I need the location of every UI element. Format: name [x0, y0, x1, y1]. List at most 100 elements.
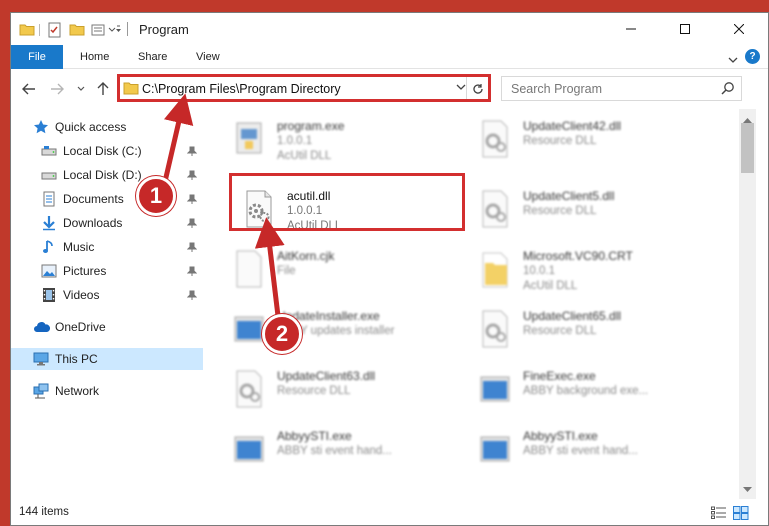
sidebar-item-label: Network [55, 384, 100, 398]
file-item[interactable]: FineExec.exe ABBY background exe... [457, 363, 697, 415]
sidebar-item-label: Music [63, 240, 95, 254]
file-item[interactable]: AbbyySTI.exe ABBY sti event hand... [211, 423, 451, 475]
file-item[interactable]: AbbyySTI.exe ABBY sti event hand... [457, 423, 697, 475]
file-item[interactable]: AitKorn.cjk File [211, 243, 451, 295]
pin-icon[interactable] [186, 265, 198, 279]
properties-icon[interactable] [47, 22, 63, 38]
network-icon [33, 383, 49, 399]
tab-view[interactable]: View [196, 45, 220, 69]
title-bar: Program [11, 13, 768, 45]
generic-file-icon [231, 249, 267, 289]
close-icon [734, 24, 744, 34]
sidebar-item-this-pc[interactable]: This PC [11, 348, 203, 370]
file-item[interactable]: UpdateClient63.dll Resource DLL [211, 363, 451, 415]
tab-home[interactable]: Home [80, 45, 109, 69]
file-name: FineExec.exe [523, 369, 596, 383]
scrollbar-thumb[interactable] [741, 123, 754, 173]
computer-icon [33, 351, 49, 367]
file-name: UpdateClient42.dll [523, 119, 622, 133]
pin-icon[interactable] [186, 169, 198, 183]
sidebar-item-label: Videos [63, 288, 100, 302]
help-icon[interactable]: ? [745, 49, 760, 64]
dll-file-icon [477, 119, 513, 159]
chevron-down-icon [77, 86, 85, 91]
sidebar-item-downloads[interactable]: Downloads [11, 212, 203, 234]
tab-share[interactable]: Share [138, 45, 167, 69]
vertical-scrollbar[interactable] [739, 109, 756, 499]
search-icon[interactable] [721, 81, 735, 98]
sidebar-item-label: Documents [63, 192, 124, 206]
forward-button[interactable] [47, 79, 67, 99]
file-description: Resource DLL [523, 135, 597, 147]
file-highlight [229, 173, 465, 231]
dll-file-icon [477, 309, 513, 349]
search-box[interactable]: Search Program [501, 76, 742, 101]
sidebar-item-pictures[interactable]: Pictures [11, 260, 203, 282]
quick-access-divider [39, 24, 40, 36]
file-description: ABBY sti event hand... [277, 445, 392, 457]
details-view-icon[interactable] [711, 506, 727, 520]
download-icon [41, 215, 57, 231]
up-arrow-icon [97, 82, 109, 95]
minimize-button[interactable] [608, 13, 654, 45]
documents-icon [41, 191, 57, 207]
sidebar-item-network[interactable]: Network [11, 380, 203, 402]
customize-icon[interactable] [91, 22, 121, 38]
file-item[interactable]: Microsoft.VC90.CRT 10.0.1 AcUtil DLL [457, 243, 697, 295]
close-button[interactable] [716, 13, 762, 45]
sidebar-item-local-disk-d[interactable]: Local Disk (D:) [11, 164, 203, 186]
dll-file-icon [477, 189, 513, 229]
large-icons-view-icon[interactable] [733, 506, 749, 520]
sidebar-item-label: This PC [55, 352, 98, 366]
file-name: UpdateClient63.dll [277, 369, 376, 383]
music-note-icon [41, 239, 57, 255]
sidebar-item-label: Local Disk (C:) [63, 144, 142, 158]
exe-file-icon [477, 429, 513, 469]
file-item[interactable]: UpdateClient5.dll Resource DLL [457, 183, 697, 235]
exe-file-icon [477, 369, 513, 409]
callout-badge-1: 1 [136, 176, 176, 216]
expand-ribbon-icon[interactable] [728, 53, 738, 67]
exe-file-icon [231, 429, 267, 469]
back-arrow-icon [22, 83, 35, 95]
maximize-button[interactable] [662, 13, 708, 45]
sidebar-item-quick-access[interactable]: Quick access [11, 116, 203, 138]
tab-file[interactable]: File [11, 45, 63, 69]
file-item[interactable]: UpdateClient65.dll Resource DLL [457, 303, 697, 355]
file-description: ABBY sti event hand... [523, 445, 638, 457]
file-name: UpdateClient5.dll [523, 189, 615, 203]
file-name: program.exe [277, 119, 345, 133]
status-bar: 144 items [11, 501, 768, 525]
pin-icon[interactable] [186, 241, 198, 255]
back-button[interactable] [19, 79, 39, 99]
file-item[interactable]: UpdateClient42.dll Resource DLL [457, 113, 697, 165]
minimize-icon [626, 28, 636, 30]
scroll-down-icon[interactable] [743, 482, 752, 496]
maximize-icon [680, 24, 690, 34]
drive-icon [41, 167, 57, 183]
search-input[interactable]: Search Program [511, 82, 602, 96]
forward-arrow-icon [51, 83, 64, 95]
file-item[interactable]: UpdateInstaller.exe ABBY updates install… [211, 303, 451, 355]
sidebar-item-videos[interactable]: Videos [11, 284, 203, 306]
title-separator [127, 22, 128, 36]
drive-icon [41, 143, 57, 159]
pin-icon[interactable] [186, 217, 198, 231]
pin-icon[interactable] [186, 145, 198, 159]
sidebar-item-music[interactable]: Music [11, 236, 203, 258]
up-button[interactable] [93, 79, 113, 99]
file-description: Resource DLL [523, 205, 597, 217]
file-type: File [277, 265, 296, 277]
recent-locations-button[interactable] [73, 79, 89, 99]
pin-icon[interactable] [186, 193, 198, 207]
pin-icon[interactable] [186, 289, 198, 303]
address-bar-highlight [117, 74, 491, 102]
sidebar-item-local-disk-c[interactable]: Local Disk (C:) [11, 140, 203, 162]
ribbon: File Home Share View ? [11, 45, 768, 69]
new-folder-icon[interactable] [69, 22, 85, 38]
sidebar-item-onedrive[interactable]: OneDrive [11, 316, 203, 338]
file-item[interactable]: program.exe 1.0.0.1 AcUtil DLL [211, 113, 451, 165]
folder-icon[interactable] [19, 22, 35, 38]
item-count: 144 items [19, 506, 69, 518]
star-icon [33, 119, 49, 135]
